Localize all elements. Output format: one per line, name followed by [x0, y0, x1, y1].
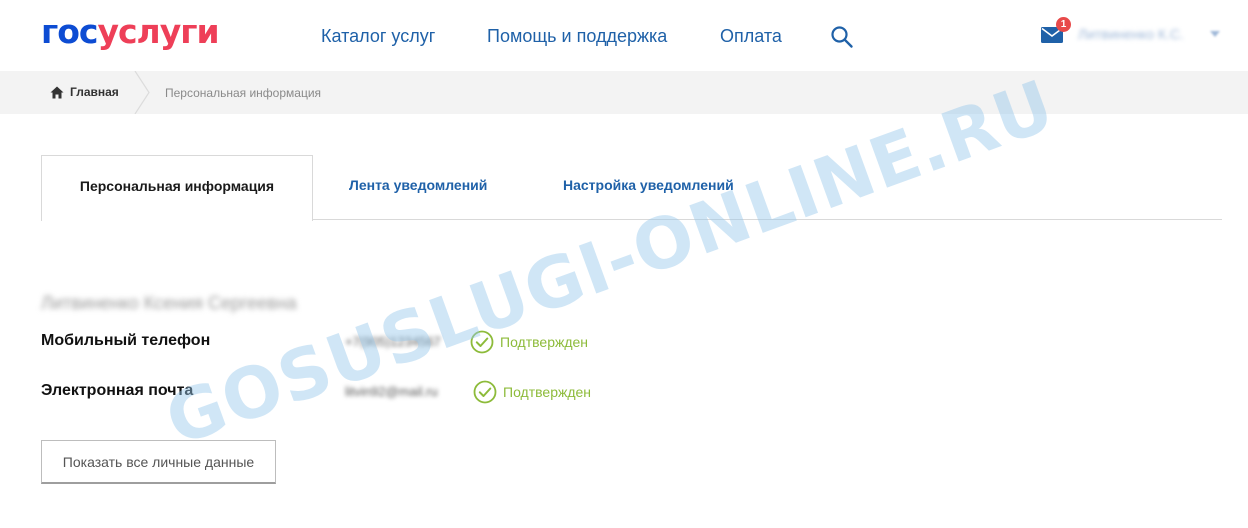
- tab-notification-settings[interactable]: Настройка уведомлений: [563, 177, 734, 193]
- tab-personal-info[interactable]: Персональная информация: [41, 155, 313, 221]
- user-full-name: Литвиненко Ксения Сергеевна: [41, 293, 297, 313]
- notification-badge: 1: [1056, 17, 1071, 32]
- email-status: Подтвержден: [503, 384, 592, 400]
- nav-payment-link[interactable]: Оплата: [720, 25, 782, 47]
- breadcrumb-home[interactable]: Главная: [50, 85, 119, 99]
- logo-part-uslugi: услуги: [97, 12, 219, 51]
- phone-status: Подтвержден: [500, 334, 589, 350]
- header: госуслуги Каталог услуг Помощь и поддерж…: [0, 0, 1248, 71]
- nav-help-link[interactable]: Помощь и поддержка: [487, 25, 667, 47]
- email-value: litvin92@mail.ru: [345, 384, 438, 399]
- check-circle-icon: [470, 330, 494, 354]
- show-all-data-button[interactable]: Показать все личные данные: [41, 440, 276, 484]
- check-circle-icon: [473, 380, 497, 404]
- breadcrumb-current: Персональная информация: [165, 86, 322, 100]
- logo-part-gos: гос: [41, 12, 98, 51]
- gosuslugi-logo[interactable]: госуслуги: [41, 10, 220, 54]
- user-menu-name[interactable]: Литвиненко К.С.: [1078, 26, 1184, 42]
- phone-value: +7(905)1234567: [345, 334, 441, 349]
- home-icon: [50, 86, 64, 98]
- breadcrumb-home-label: Главная: [70, 85, 119, 99]
- nav-catalog-link[interactable]: Каталог услуг: [321, 25, 435, 47]
- chevron-down-icon[interactable]: [1210, 30, 1220, 38]
- phone-label: Мобильный телефон: [41, 332, 211, 349]
- search-icon[interactable]: [830, 25, 854, 49]
- breadcrumb-separator: [134, 71, 150, 114]
- tab-notification-feed[interactable]: Лента уведомлений: [349, 177, 487, 193]
- tab-personal-info-label: Персональная информация: [79, 178, 275, 194]
- watermark: GOSUSLUGI-ONLINE.RU: [155, 64, 1065, 462]
- breadcrumb: Главная Персональная информация: [0, 71, 1248, 114]
- tabs-divider: [312, 219, 1222, 220]
- email-label: Электронная почта: [41, 382, 194, 399]
